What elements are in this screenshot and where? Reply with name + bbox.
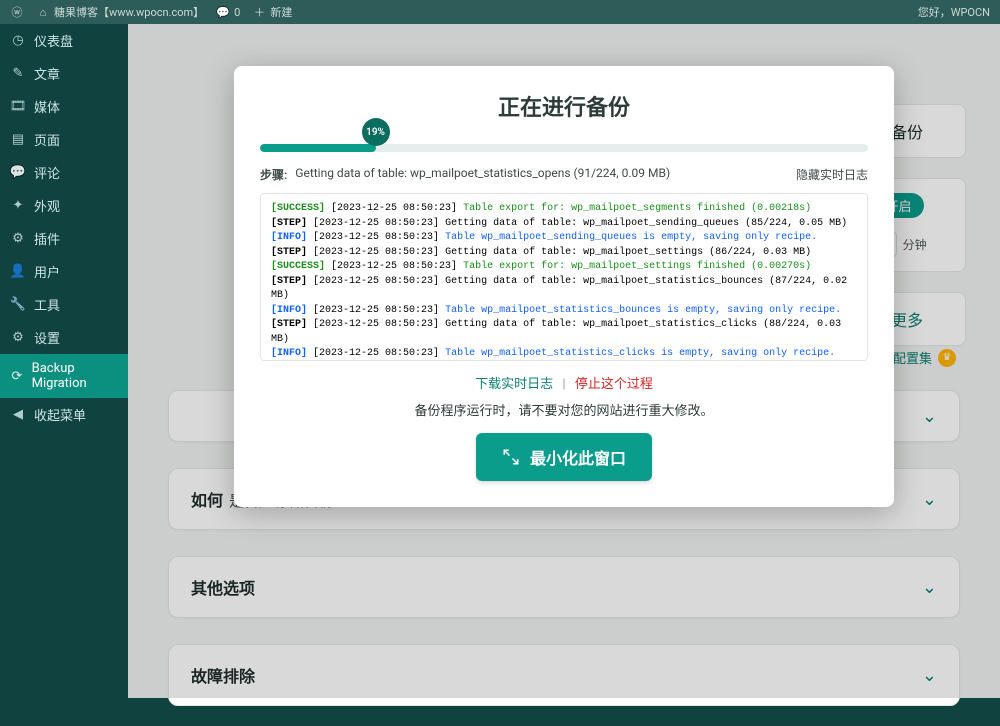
sidemenu-item-collapse[interactable]: ◀ 收起菜单 [0,398,128,431]
progress-bar: 19% [260,144,868,152]
modal-title: 正在进行备份 [260,90,868,122]
plus-icon: ＋ [252,5,266,19]
wp-logo[interactable]: ⓦ [10,5,24,19]
minimize-icon [502,448,520,466]
sidemenu-item-tool[interactable]: 🔧 工具 [0,288,128,321]
sidemenu-label: 页面 [34,130,60,149]
home-icon: ⌂ [36,5,50,19]
sidemenu-item-pin[interactable]: ✎ 文章 [0,57,128,90]
backup-modal: 正在进行备份 19% 步骤: Getting data of table: wp… [234,66,894,507]
comments-link[interactable]: 💬0 [216,5,240,19]
sidemenu-item-user[interactable]: 👤 用户 [0,255,128,288]
sidemenu-item-backup[interactable]: ⟳ Backup Migration [0,354,128,398]
settings-icon: ⚙ [10,330,26,346]
sidemenu-item-appearance[interactable]: ✦ 外观 [0,189,128,222]
modal-overlay: 正在进行备份 19% 步骤: Getting data of table: wp… [128,24,1000,698]
log-line: [STEP] [2023-12-25 08:50:23] Getting dat… [271,217,857,232]
log-line: [INFO] [2023-12-25 08:50:23] Table wp_ma… [271,304,857,319]
page-icon: ▤ [10,132,26,148]
sidemenu-item-comment[interactable]: 💬 评论 [0,156,128,189]
user-icon: 👤 [10,264,26,280]
sidemenu-label: 工具 [34,295,60,314]
sidemenu-item-dashboard[interactable]: ◷ 仪表盘 [0,24,128,57]
log-line: [STEP] [2023-12-25 08:50:23] Getting dat… [271,275,857,304]
collapse-icon: ◀ [10,407,26,423]
sidemenu-label: 外观 [34,196,60,215]
backup-warning: 备份程序运行时，请不要对您的网站进行重大修改。 [260,400,868,419]
log-line: [STEP] [2023-12-25 08:50:23] Getting dat… [271,246,857,261]
sidemenu-item-media[interactable]: 🎞 媒体 [0,90,128,123]
sidemenu-label: Backup Migration [32,361,118,391]
sidemenu-label: 媒体 [34,97,60,116]
plugin-icon: ⚙ [10,231,26,247]
backup-icon: ⟳ [10,368,24,384]
sidemenu-label: 设置 [34,328,60,347]
log-line: [INFO] [2023-12-25 08:50:23] Table wp_ma… [271,231,857,246]
hide-log-link[interactable]: 隐藏实时日志 [796,166,868,183]
minimize-button[interactable]: 最小化此窗口 [476,433,652,481]
appearance-icon: ✦ [10,198,26,214]
main-content: 恢复备份 开启 00▾ 分钟 了解更多 ＋ 添加/管理配置集 ♛ ⌄ 如何 是否… [128,24,1000,698]
sidemenu-label: 用户 [34,262,60,281]
log-line: [STEP] [2023-12-25 08:50:23] Getting dat… [271,318,857,347]
download-log-link[interactable]: 下载实时日志 [475,377,553,392]
step-text: Getting data of table: wp_mailpoet_stati… [295,166,670,183]
new-content[interactable]: ＋新建 [252,4,292,20]
log-line: [SUCCESS] [2023-12-25 08:50:23] Table ex… [271,260,857,275]
dashboard-icon: ◷ [10,33,26,49]
greeting[interactable]: 您好，WPOCN [918,4,990,20]
log-line: [SUCCESS] [2023-12-25 08:50:23] Table ex… [271,202,857,217]
site-link[interactable]: ⌂糖果博客【www.wpocn.com】 [36,4,204,20]
comment-icon: 💬 [10,165,26,181]
progress-badge: 19% [362,118,390,146]
admin-bar: ⓦ ⌂糖果博客【www.wpocn.com】 💬0 ＋新建 您好，WPOCN [0,0,1000,24]
sidemenu-item-page[interactable]: ▤ 页面 [0,123,128,156]
pin-icon: ✎ [10,66,26,82]
step-label: 步骤: [260,166,287,183]
sidemenu-label: 插件 [34,229,60,248]
sidemenu-label: 仪表盘 [34,31,73,50]
media-icon: 🎞 [10,99,26,115]
stop-process-link[interactable]: 停止这个过程 [575,377,653,392]
admin-sidemenu: ◷ 仪表盘 ✎ 文章 🎞 媒体 ▤ 页面 💬 评论 ✦ 外观 ⚙ 插件 👤 用户 🔧 工具 ⚙ 设置 ⟳ Backup M… [0,24,128,698]
sidemenu-label: 文章 [34,64,60,83]
tool-icon: 🔧 [10,297,26,313]
log-box[interactable]: [SUCCESS] [2023-12-25 08:50:23] Table ex… [260,193,868,361]
log-line: [INFO] [2023-12-25 08:50:23] Table wp_ma… [271,347,857,361]
sidemenu-label: 收起菜单 [34,405,86,424]
comment-icon: 💬 [216,5,230,19]
sidemenu-item-plugin[interactable]: ⚙ 插件 [0,222,128,255]
sidemenu-label: 评论 [34,163,60,182]
sidemenu-item-settings[interactable]: ⚙ 设置 [0,321,128,354]
